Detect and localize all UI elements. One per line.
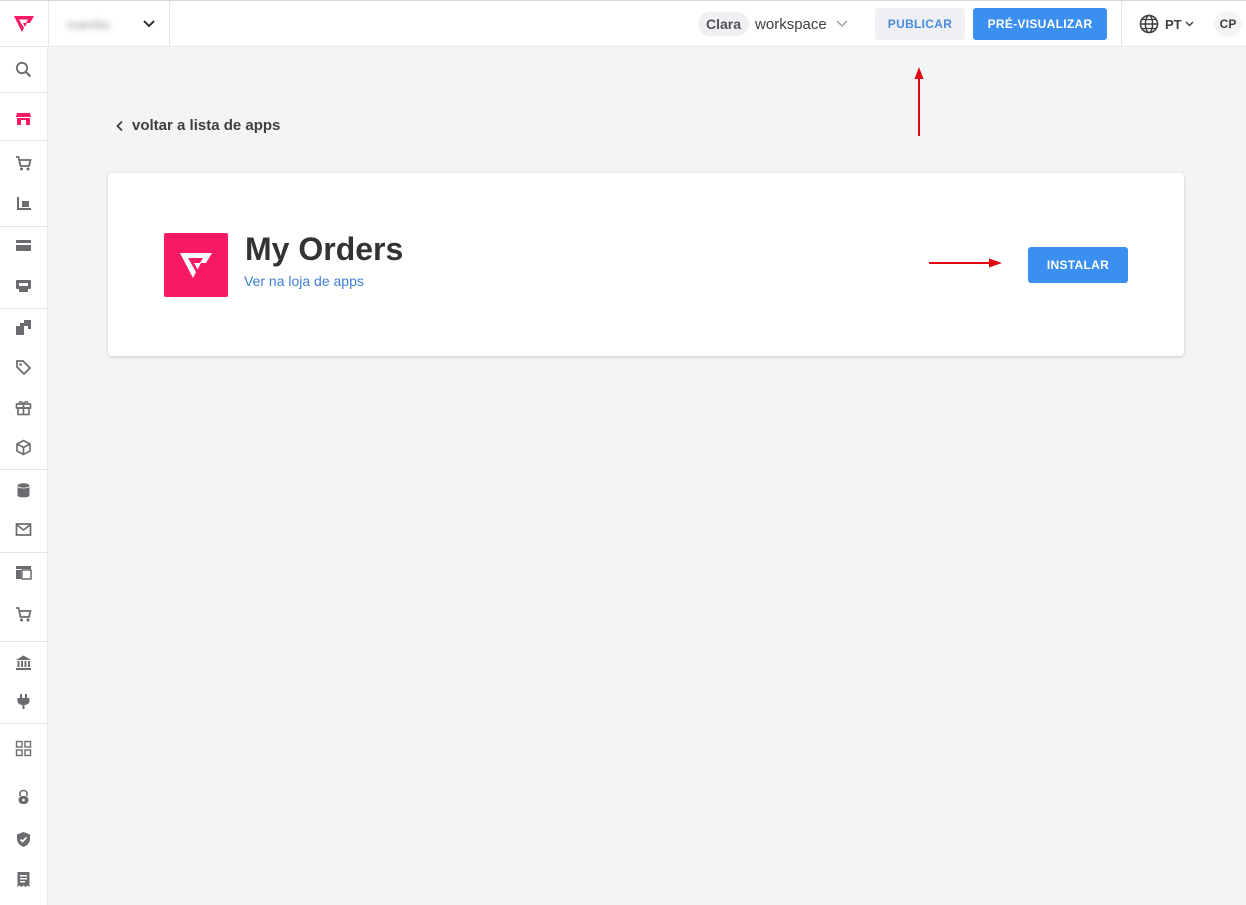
workspace-selector[interactable]: Clara workspace xyxy=(698,11,848,37)
sidebar-item-apps[interactable] xyxy=(0,734,47,762)
publish-button[interactable]: PUBLICAR xyxy=(875,8,965,40)
chevron-down-icon xyxy=(143,20,155,28)
chevron-left-icon xyxy=(116,120,123,131)
shield-icon xyxy=(17,831,30,847)
sidebar-divider xyxy=(0,226,47,227)
receipt-icon xyxy=(17,871,30,887)
user-avatar[interactable]: CP xyxy=(1214,11,1242,37)
globe-icon xyxy=(1139,14,1159,34)
workspace-user-badge: Clara xyxy=(698,12,750,36)
sidebar-divider xyxy=(0,641,47,642)
sidebar-item-account-settings[interactable] xyxy=(0,782,47,810)
annotation-arrow-right xyxy=(929,258,1002,268)
register-icon xyxy=(16,279,31,292)
promo-cart-icon xyxy=(16,606,32,621)
shipping-icon xyxy=(17,196,31,210)
lock-icon xyxy=(18,789,29,804)
sidebar-item-gift[interactable] xyxy=(0,393,47,421)
sidebar-item-payments[interactable] xyxy=(0,231,47,259)
sidebar-item-register[interactable] xyxy=(0,271,47,299)
apps-grid-icon xyxy=(15,740,32,756)
sidebar-item-master-data[interactable] xyxy=(0,476,47,504)
sidebar-item-billing[interactable] xyxy=(0,865,47,893)
sidebar-item-cms[interactable] xyxy=(0,558,47,586)
sidebar-divider xyxy=(0,92,47,93)
sidebar-item-checkout[interactable] xyxy=(0,600,47,628)
store-icon xyxy=(16,112,31,125)
language-selector[interactable]: PT xyxy=(1121,1,1199,47)
account-selector[interactable]: mambo xyxy=(48,1,170,47)
sidebar-item-financial[interactable] xyxy=(0,648,47,676)
payment-card-icon xyxy=(16,239,31,251)
mail-icon xyxy=(15,522,32,536)
chevron-down-icon xyxy=(836,20,848,28)
chevron-down-icon xyxy=(1185,21,1194,27)
layout-icon xyxy=(16,565,32,580)
vtex-logo[interactable] xyxy=(0,1,48,47)
sidebar-item-catalog[interactable] xyxy=(0,313,47,341)
sidebar-item-promotions[interactable] xyxy=(0,353,47,381)
app-card: My Orders Ver na loja de apps INSTALAR xyxy=(108,173,1184,356)
sidebar-divider xyxy=(0,552,47,553)
search-icon xyxy=(15,61,32,77)
annotation-arrow-up xyxy=(914,67,924,136)
sidebar-item-integrations[interactable] xyxy=(0,687,47,715)
app-title: My Orders xyxy=(245,231,404,267)
sidebar-divider xyxy=(0,308,47,309)
install-button[interactable]: INSTALAR xyxy=(1028,247,1128,283)
sidebar-item-security[interactable] xyxy=(0,825,47,853)
bank-icon xyxy=(16,655,31,670)
workspace-name: workspace xyxy=(755,15,827,33)
catalog-icon xyxy=(16,319,31,335)
app-store-link[interactable]: Ver na loja de apps xyxy=(244,273,364,289)
sidebar-item-messages[interactable] xyxy=(0,515,47,543)
app-logo xyxy=(164,233,228,297)
gift-icon xyxy=(15,400,32,415)
sidebar xyxy=(0,47,48,905)
back-to-apps-link[interactable]: voltar a lista de apps xyxy=(115,117,280,134)
top-bar: mambo Clara workspace PUBLICAR PRÉ-VISUA… xyxy=(0,0,1246,47)
sidebar-divider xyxy=(0,723,47,724)
language-code: PT xyxy=(1165,16,1182,32)
sidebar-item-storefront[interactable] xyxy=(0,104,47,132)
sidebar-item-shipping[interactable] xyxy=(0,189,47,217)
back-link-label: voltar a lista de apps xyxy=(132,117,281,134)
plug-icon xyxy=(17,693,30,709)
account-name: mambo xyxy=(67,16,111,32)
sidebar-divider xyxy=(0,140,47,141)
sidebar-item-orders[interactable] xyxy=(0,149,47,177)
tag-icon xyxy=(16,359,32,375)
sidebar-item-search[interactable] xyxy=(0,55,47,83)
vtex-logo-icon xyxy=(14,16,34,32)
cart-icon xyxy=(16,155,32,170)
sidebar-item-inventory[interactable] xyxy=(0,433,47,461)
sidebar-divider xyxy=(0,469,47,470)
database-icon xyxy=(17,482,30,497)
preview-button[interactable]: PRÉ-VISUALIZAR xyxy=(973,8,1107,40)
vtex-logo-icon xyxy=(180,253,212,278)
box-icon xyxy=(16,439,31,455)
